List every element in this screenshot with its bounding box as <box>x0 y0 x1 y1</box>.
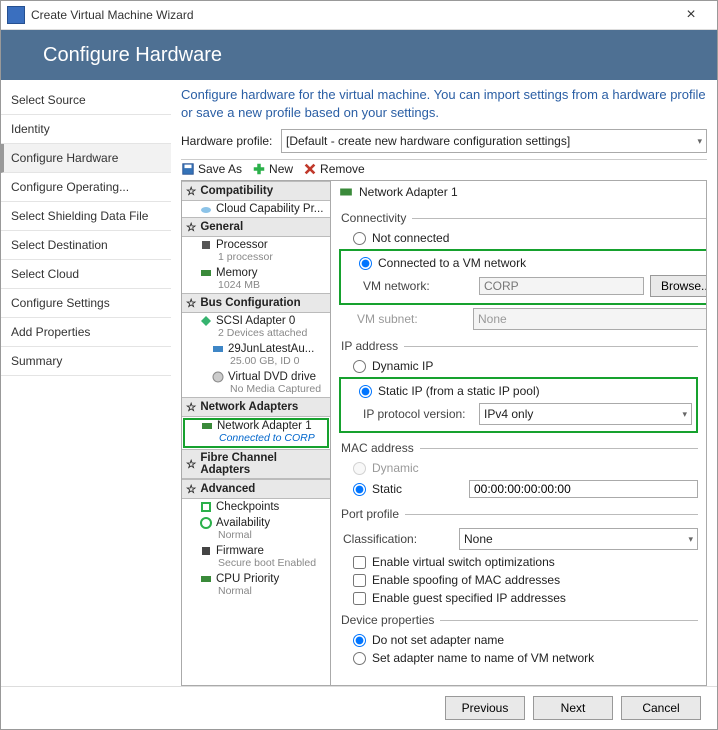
next-button[interactable]: Next <box>533 696 613 720</box>
props-title: Network Adapter 1 <box>359 185 458 199</box>
plus-icon <box>252 162 266 176</box>
memory-icon <box>200 267 212 279</box>
app-icon <box>7 6 25 24</box>
item-checkpoints[interactable]: Checkpoints <box>182 499 330 515</box>
item-memory[interactable]: Memory1024 MB <box>182 265 330 293</box>
hardware-tree[interactable]: ☆Compatibility Cloud Capability Pr... ☆G… <box>182 181 331 685</box>
intro-text: Configure hardware for the virtual machi… <box>181 86 707 121</box>
classification-select[interactable]: None▾ <box>459 528 698 550</box>
remove-button[interactable]: Remove <box>303 162 365 176</box>
highlight-vm-network: Connected to a VM network VM network: Br… <box>339 249 706 305</box>
radio-mac-static[interactable]: Static <box>339 480 463 498</box>
close-icon[interactable]: × <box>671 6 711 24</box>
disk-icon <box>212 343 224 355</box>
cancel-button[interactable]: Cancel <box>621 696 701 720</box>
item-disk[interactable]: 29JunLatestAu...25.00 GB, ID 0 <box>182 341 330 369</box>
nav-destination[interactable]: Select Destination <box>1 231 171 260</box>
new-button[interactable]: New <box>252 162 293 176</box>
radio-no-adapter-name[interactable]: Do not set adapter name <box>339 631 698 649</box>
checkpoint-icon <box>200 501 212 513</box>
group-mac: MAC address Dynamic Static <box>339 441 698 501</box>
ip-proto-label: IP protocol version: <box>345 407 473 421</box>
nav-select-source[interactable]: Select Source <box>1 86 171 115</box>
cpu-icon <box>200 239 212 251</box>
chevron-down-icon: ▾ <box>682 409 687 420</box>
properties-pane: Network Adapter 1 Connectivity Not conne… <box>331 181 706 685</box>
classification-label: Classification: <box>339 532 453 546</box>
group-port-profile: Port profile Classification: None▾ Enabl… <box>339 507 698 607</box>
hw-profile-label: Hardware profile: <box>181 134 281 148</box>
group-network[interactable]: ☆Network Adapters <box>182 397 330 417</box>
banner: Configure Hardware <box>1 30 717 80</box>
highlight-static-ip: Static IP (from a static IP pool) IP pro… <box>339 377 698 433</box>
item-scsi[interactable]: SCSI Adapter 02 Devices attached <box>182 313 330 341</box>
nav-settings[interactable]: Configure Settings <box>1 289 171 318</box>
group-advanced[interactable]: ☆Advanced <box>182 479 330 499</box>
chk-mac-spoofing[interactable]: Enable spoofing of MAC addresses <box>339 571 698 589</box>
nav-cloud[interactable]: Select Cloud <box>1 260 171 289</box>
hw-profile-select[interactable]: [Default - create new hardware configura… <box>281 129 707 153</box>
titlebar: Create Virtual Machine Wizard × <box>1 1 717 30</box>
chevron-down-icon: ▾ <box>697 136 702 147</box>
chk-guest-ip[interactable]: Enable guest specified IP addresses <box>339 589 698 607</box>
item-availability[interactable]: AvailabilityNormal <box>182 515 330 543</box>
nav-summary[interactable]: Summary <box>1 347 171 376</box>
group-device-props: Device properties Do not set adapter nam… <box>339 613 698 667</box>
group-general[interactable]: ☆General <box>182 217 330 237</box>
item-cpu-priority[interactable]: CPU PriorityNormal <box>182 571 330 599</box>
nav-configure-os[interactable]: Configure Operating... <box>1 173 171 202</box>
radio-dynamic-ip[interactable]: Dynamic IP <box>339 357 698 375</box>
item-cloud-capability[interactable]: Cloud Capability Pr... <box>182 201 330 217</box>
nav-configure-hardware[interactable]: Configure Hardware <box>1 144 171 173</box>
nic-icon <box>339 185 353 199</box>
chk-vswitch-opt[interactable]: Enable virtual switch optimizations <box>339 553 698 571</box>
nic-icon <box>201 420 213 432</box>
radio-connected[interactable]: Connected to a VM network <box>345 254 706 272</box>
vm-subnet-label: VM subnet: <box>339 312 467 326</box>
wizard-nav: Select Source Identity Configure Hardwar… <box>1 80 171 686</box>
chevron-down-icon: ▾ <box>688 534 693 545</box>
vm-network-field <box>479 277 644 295</box>
nav-identity[interactable]: Identity <box>1 115 171 144</box>
save-as-button[interactable]: Save As <box>181 162 242 176</box>
mac-address-field[interactable] <box>469 480 698 498</box>
item-firmware[interactable]: FirmwareSecure boot Enabled <box>182 543 330 571</box>
availability-icon <box>200 517 212 529</box>
vm-network-label: VM network: <box>345 279 473 293</box>
remove-icon <box>303 162 317 176</box>
dvd-icon <box>212 371 224 383</box>
item-nic1[interactable]: Network Adapter 1Connected to CORP <box>183 418 329 448</box>
radio-mac-dynamic[interactable]: Dynamic <box>339 459 698 477</box>
nav-shielding[interactable]: Select Shielding Data File <box>1 202 171 231</box>
cloud-icon <box>200 203 212 215</box>
radio-adapter-name-vmnet[interactable]: Set adapter name to name of VM network <box>339 649 698 667</box>
banner-title: Configure Hardware <box>43 44 222 67</box>
group-ip: IP address Dynamic IP Static IP (from a … <box>339 339 698 435</box>
browse-button[interactable]: Browse... <box>650 275 706 297</box>
wizard-window: Create Virtual Machine Wizard × Configur… <box>0 0 718 730</box>
ip-proto-select[interactable]: IPv4 only▾ <box>479 403 692 425</box>
toolbar: Save As New Remove <box>181 159 707 180</box>
firmware-icon <box>200 545 212 557</box>
item-processor[interactable]: Processor1 processor <box>182 237 330 265</box>
hw-profile-value: [Default - create new hardware configura… <box>286 134 570 148</box>
scsi-icon <box>200 315 212 327</box>
group-bus[interactable]: ☆Bus Configuration <box>182 293 330 313</box>
item-dvd[interactable]: Virtual DVD driveNo Media Captured <box>182 369 330 397</box>
window-title: Create Virtual Machine Wizard <box>31 8 671 22</box>
radio-static-ip[interactable]: Static IP (from a static IP pool) <box>345 382 692 400</box>
radio-not-connected[interactable]: Not connected <box>339 229 706 247</box>
group-compatibility[interactable]: ☆Compatibility <box>182 181 330 201</box>
wizard-footer: Previous Next Cancel <box>1 686 717 729</box>
group-fc[interactable]: ☆Fibre Channel Adapters <box>182 449 330 479</box>
priority-icon <box>200 573 212 585</box>
vm-subnet-select: None▾ <box>473 308 706 330</box>
previous-button[interactable]: Previous <box>445 696 525 720</box>
group-connectivity: Connectivity Not connected Connected to … <box>339 211 706 333</box>
save-icon <box>181 162 195 176</box>
nav-add-properties[interactable]: Add Properties <box>1 318 171 347</box>
